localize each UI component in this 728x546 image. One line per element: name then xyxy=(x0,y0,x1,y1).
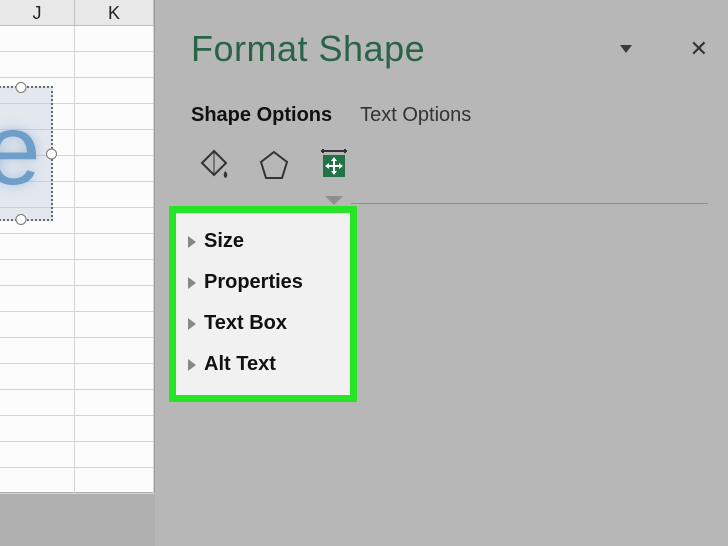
spreadsheet-grid[interactable]: J K e xyxy=(0,0,155,492)
close-icon[interactable]: ✕ xyxy=(690,36,708,62)
panel-tabs: Shape Options Text Options xyxy=(191,104,708,127)
expand-icon xyxy=(188,236,196,248)
column-header-j[interactable]: J xyxy=(0,0,75,25)
section-label: Alt Text xyxy=(204,353,276,376)
format-icon-row xyxy=(191,143,708,189)
tab-text-options[interactable]: Text Options xyxy=(360,104,471,127)
panel-divider xyxy=(351,203,708,204)
panel-dropdown-icon[interactable] xyxy=(620,45,632,53)
section-text-box[interactable]: Text Box xyxy=(182,303,346,344)
section-size[interactable]: Size xyxy=(182,221,346,262)
section-alt-text[interactable]: Alt Text xyxy=(182,344,346,385)
expand-icon xyxy=(188,277,196,289)
format-shape-panel: Format Shape ✕ Shape Options Text Option… xyxy=(155,0,728,546)
section-highlight-box: Size Properties Text Box Alt Text xyxy=(169,206,357,402)
effects-icon[interactable] xyxy=(251,143,297,189)
tab-shape-options[interactable]: Shape Options xyxy=(191,104,332,127)
section-label: Size xyxy=(204,230,244,253)
panel-title: Format Shape xyxy=(191,28,425,70)
cells-area[interactable] xyxy=(0,26,154,494)
expand-icon xyxy=(188,318,196,330)
section-label: Properties xyxy=(204,271,303,294)
size-properties-icon[interactable] xyxy=(311,143,357,189)
column-header-k[interactable]: K xyxy=(75,0,154,25)
column-headers: J K xyxy=(0,0,154,26)
section-label: Text Box xyxy=(204,312,287,335)
expand-icon xyxy=(188,359,196,371)
fill-line-icon[interactable] xyxy=(191,143,237,189)
section-properties[interactable]: Properties xyxy=(182,262,346,303)
